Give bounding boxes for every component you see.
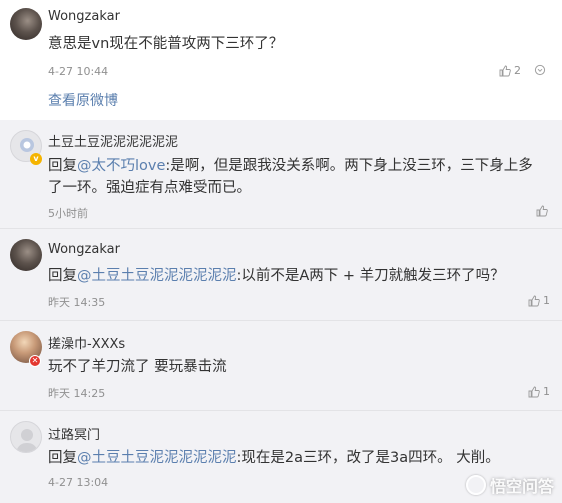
reply-body: :现在是2a三环，改了是3a四环。 大削。 bbox=[236, 450, 500, 466]
comment-timestamp: 4-27 10:44 bbox=[48, 65, 109, 78]
like-count: 2 bbox=[514, 64, 521, 77]
reply-text-continued: 了一环。强迫症有点难受而已。 bbox=[48, 180, 251, 196]
reply-text: 玩不了羊刀流了 要玩暴击流 bbox=[48, 359, 227, 375]
like-button[interactable]: 1 bbox=[528, 385, 550, 398]
reply-timestamp: 5小时前 bbox=[48, 207, 88, 220]
reply-username[interactable]: 过路冥门 bbox=[48, 424, 100, 443]
like-count: 1 bbox=[543, 294, 550, 307]
reply-username[interactable]: Wongzakar bbox=[48, 242, 120, 257]
like-button[interactable] bbox=[536, 205, 551, 217]
reply-timestamp: 昨天 14:35 bbox=[48, 296, 106, 309]
main-comment: Wongzakar 意思是vn现在不能普攻两下三环了？ 4-27 10:44 2… bbox=[0, 0, 562, 120]
divider bbox=[0, 228, 562, 229]
reply-timestamp: 昨天 14:25 bbox=[48, 387, 106, 400]
divider bbox=[0, 320, 562, 321]
reply-username[interactable]: 搓澡巾-XXXs bbox=[48, 333, 125, 352]
comment-text: 意思是vn现在不能普攻两下三环了？ bbox=[48, 36, 284, 52]
view-original-link[interactable]: 查看原微博 bbox=[48, 90, 118, 110]
reply-text: 回复@太不巧love:是啊，但是跟我没关系啊。两下身上没三环，三下身上多 bbox=[48, 155, 533, 177]
like-count: 1 bbox=[543, 385, 550, 398]
thumbs-up-icon bbox=[528, 295, 540, 306]
reply-prefix: 回复 bbox=[48, 450, 77, 466]
avatar[interactable] bbox=[10, 239, 42, 271]
like-button[interactable]: 2 bbox=[499, 64, 521, 77]
thumbs-up-icon bbox=[528, 386, 540, 397]
verified-badge: v bbox=[30, 153, 42, 165]
comment-username[interactable]: Wongzakar bbox=[48, 9, 120, 24]
like-button[interactable]: 1 bbox=[528, 294, 550, 307]
watermark: 悟空问答 bbox=[465, 473, 554, 497]
reply-body: :以前不是A两下 + 羊刀就触发三环了吗？ bbox=[236, 268, 505, 284]
divider bbox=[0, 410, 562, 411]
watermark-logo-icon bbox=[465, 475, 486, 495]
member-badge: ✕ bbox=[29, 355, 41, 367]
reply-text: 回复@土豆土豆泥泥泥泥泥泥:以前不是A两下 + 羊刀就触发三环了吗？ bbox=[48, 265, 505, 287]
avatar[interactable] bbox=[10, 8, 42, 40]
avatar[interactable] bbox=[10, 421, 42, 453]
reply-text: 回复@土豆土豆泥泥泥泥泥泥:现在是2a三环，改了是3a四环。 大削。 bbox=[48, 447, 500, 469]
reply-prefix: 回复 bbox=[48, 158, 77, 174]
watermark-text: 悟空问答 bbox=[489, 477, 554, 496]
mention-link[interactable]: @土豆土豆泥泥泥泥泥泥 bbox=[77, 268, 237, 284]
reply-timestamp: 4-27 13:04 bbox=[48, 476, 109, 489]
reply-body: :是啊，但是跟我没关系啊。两下身上没三环，三下身上多 bbox=[165, 158, 533, 174]
thumbs-up-icon bbox=[536, 205, 548, 217]
more-options-icon[interactable] bbox=[534, 64, 546, 76]
mention-link[interactable]: @土豆土豆泥泥泥泥泥泥 bbox=[77, 450, 237, 466]
mention-link[interactable]: @太不巧love bbox=[77, 158, 165, 174]
thumbs-up-icon bbox=[499, 65, 511, 76]
reply-username[interactable]: 土豆土豆泥泥泥泥泥泥 bbox=[48, 131, 178, 150]
reply-prefix: 回复 bbox=[48, 268, 77, 284]
